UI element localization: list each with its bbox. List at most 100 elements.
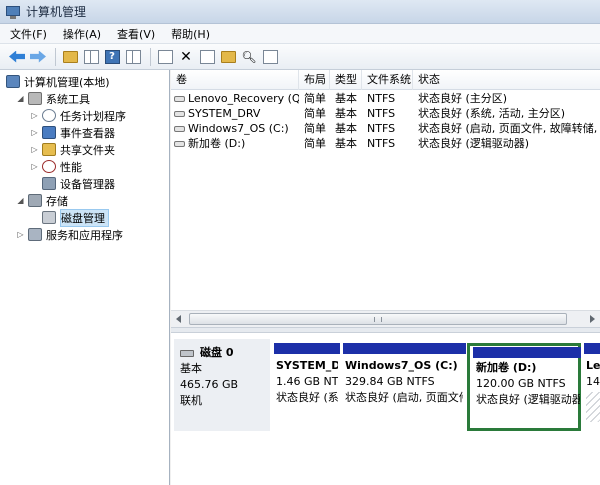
disk-management-icon <box>42 211 56 224</box>
refresh-icon <box>157 49 173 64</box>
column-header-status[interactable]: 状态 <box>413 70 600 90</box>
tree-label-selected: 磁盘管理 <box>60 208 109 227</box>
tree-item-services-apps[interactable]: ▷ 服务和应用程序 <box>16 226 123 243</box>
volume-filesystem: NTFS <box>367 107 396 120</box>
collapsed-triangle-icon[interactable]: ▷ <box>30 162 39 171</box>
title-bar: 计算机管理 <box>0 0 600 24</box>
column-header-type[interactable]: 类型 <box>330 70 362 90</box>
scrollbar-thumb[interactable] <box>189 313 567 325</box>
disk-size: 465.76 GB <box>180 378 239 391</box>
volume-row[interactable]: SYSTEM_DRV 简单 基本 NTFS 状态良好 (系统, 活动, 主分区) <box>171 106 600 122</box>
help-button[interactable]: ? <box>103 48 121 66</box>
menu-file[interactable]: 文件(F) <box>10 26 47 42</box>
collapsed-triangle-icon[interactable]: ▷ <box>30 145 39 154</box>
performance-icon <box>42 160 56 173</box>
refresh-button[interactable] <box>156 48 174 66</box>
grip-icon <box>374 317 382 322</box>
partition-new-volume-d[interactable]: 新加卷 (D:) 120.00 GB NTFS 状态良好 (逻辑驱动器 <box>467 343 581 431</box>
volume-name: SYSTEM_DRV <box>188 107 261 120</box>
tree-label: 系统工具 <box>46 92 90 106</box>
open-folder-icon <box>220 50 236 63</box>
back-button[interactable] <box>8 48 26 66</box>
forward-arrow-icon <box>30 50 46 63</box>
tree-item-storage[interactable]: ◢ 存储 <box>16 192 68 209</box>
volume-type: 基本 <box>335 92 357 105</box>
column-header-layout[interactable]: 布局 <box>299 70 330 90</box>
scroll-left-icon[interactable] <box>176 315 181 323</box>
partition-bar <box>584 343 600 354</box>
tree-item-device-manager[interactable]: 设备管理器 <box>42 175 115 192</box>
disk-type: 基本 <box>180 362 202 375</box>
partition-lenovo-recovery[interactable]: Le 14 <box>584 343 600 431</box>
clock-icon <box>42 109 56 122</box>
collapsed-triangle-icon[interactable]: ▷ <box>30 128 39 137</box>
window-title: 计算机管理 <box>26 5 87 19</box>
open-button[interactable] <box>219 48 237 66</box>
disk-status: 联机 <box>180 394 202 407</box>
search-button[interactable]: 🔍︎ <box>240 48 258 66</box>
tree-item-system-tools[interactable]: ◢ 系统工具 <box>16 90 90 107</box>
folder-up-icon <box>62 50 78 63</box>
partition-name: Windows7_OS (C:) <box>345 359 458 372</box>
scroll-right-icon[interactable] <box>590 315 595 323</box>
tree-label: 计算机管理(本地) <box>24 75 110 89</box>
tree-item-performance[interactable]: ▷ 性能 <box>30 158 82 175</box>
disk-name: 磁盘 0 <box>200 346 234 359</box>
column-header-filesystem[interactable]: 文件系统 <box>362 70 413 90</box>
volume-filesystem: NTFS <box>367 122 396 135</box>
tree-label: 任务计划程序 <box>60 109 126 123</box>
tree-item-root[interactable]: 计算机管理(本地) <box>6 73 110 90</box>
menu-help[interactable]: 帮助(H) <box>171 26 210 42</box>
volume-status: 状态良好 (逻辑驱动器) <box>418 137 530 150</box>
tree-item-disk-management[interactable]: 磁盘管理 <box>42 208 109 227</box>
horizontal-scrollbar[interactable] <box>171 310 600 327</box>
expanded-triangle-icon[interactable]: ◢ <box>16 196 25 205</box>
menu-view[interactable]: 查看(V) <box>117 26 155 42</box>
expanded-triangle-icon[interactable]: ◢ <box>16 94 25 103</box>
action-pane-icon <box>125 49 141 64</box>
volume-status: 状态良好 (启动, 页面文件, 故障转储, 主分 <box>418 122 600 135</box>
column-header-volume[interactable]: 卷 <box>171 70 299 90</box>
show-hide-tree-button[interactable] <box>82 48 100 66</box>
show-hide-action-pane-button[interactable] <box>124 48 142 66</box>
volume-layout: 简单 <box>304 137 326 150</box>
computer-management-icon <box>6 5 20 19</box>
delete-x-icon: ✕ <box>180 48 192 65</box>
volume-row[interactable]: Windows7_OS (C:) 简单 基本 NTFS 状态良好 (启动, 页面… <box>171 121 600 137</box>
volume-row[interactable]: 新加卷 (D:) 简单 基本 NTFS 状态良好 (逻辑驱动器) <box>171 136 600 152</box>
collapsed-triangle-icon[interactable]: ▷ <box>30 111 39 120</box>
magnifier-icon: 🔍︎ <box>241 49 257 64</box>
volume-list: 卷 布局 类型 文件系统 状态 Lenovo_Recovery (Q:) 简单 … <box>171 70 600 310</box>
storage-icon <box>28 194 42 207</box>
partition-size: 329.84 GB NTFS <box>345 375 435 388</box>
partition-status: 状态良好 (逻辑驱动器 <box>476 393 580 406</box>
system-tools-icon <box>28 92 42 105</box>
tree-label: 事件查看器 <box>60 126 115 140</box>
toolbar: ? ✕ 🔍︎ <box>0 44 600 70</box>
tree-label: 服务和应用程序 <box>46 228 123 242</box>
volume-type: 基本 <box>335 107 357 120</box>
settings-button[interactable] <box>261 48 279 66</box>
partition-system-drv[interactable]: SYSTEM_DI 1.46 GB NTFS 状态良好 (系 <box>274 343 340 431</box>
tree-label: 存储 <box>46 194 68 208</box>
services-icon <box>28 228 42 241</box>
properties-button[interactable] <box>198 48 216 66</box>
toolbar-separator <box>55 47 56 66</box>
partition-windows7-os[interactable]: Windows7_OS (C:) 329.84 GB NTFS 状态良好 (启动… <box>343 343 466 431</box>
disk-0-label[interactable]: 磁盘 0 基本 465.76 GB 联机 <box>174 339 270 431</box>
up-level-button[interactable] <box>61 48 79 66</box>
delete-button[interactable]: ✕ <box>177 48 195 66</box>
forward-button[interactable] <box>29 48 47 66</box>
menu-action[interactable]: 操作(A) <box>63 26 101 42</box>
collapsed-triangle-icon[interactable]: ▷ <box>16 230 25 239</box>
tree-item-event-viewer[interactable]: ▷ 事件查看器 <box>30 124 115 141</box>
volume-status: 状态良好 (主分区) <box>418 92 508 105</box>
tree-item-task-scheduler[interactable]: ▷ 任务计划程序 <box>30 107 126 124</box>
back-arrow-icon <box>9 50 25 63</box>
device-manager-icon <box>42 177 56 190</box>
volume-row[interactable]: Lenovo_Recovery (Q:) 简单 基本 NTFS 状态良好 (主分… <box>171 91 600 107</box>
volume-layout: 简单 <box>304 122 326 135</box>
volume-icon <box>174 111 185 117</box>
tree-item-shared-folders[interactable]: ▷ 共享文件夹 <box>30 141 115 158</box>
volume-status: 状态良好 (系统, 活动, 主分区) <box>418 107 566 120</box>
